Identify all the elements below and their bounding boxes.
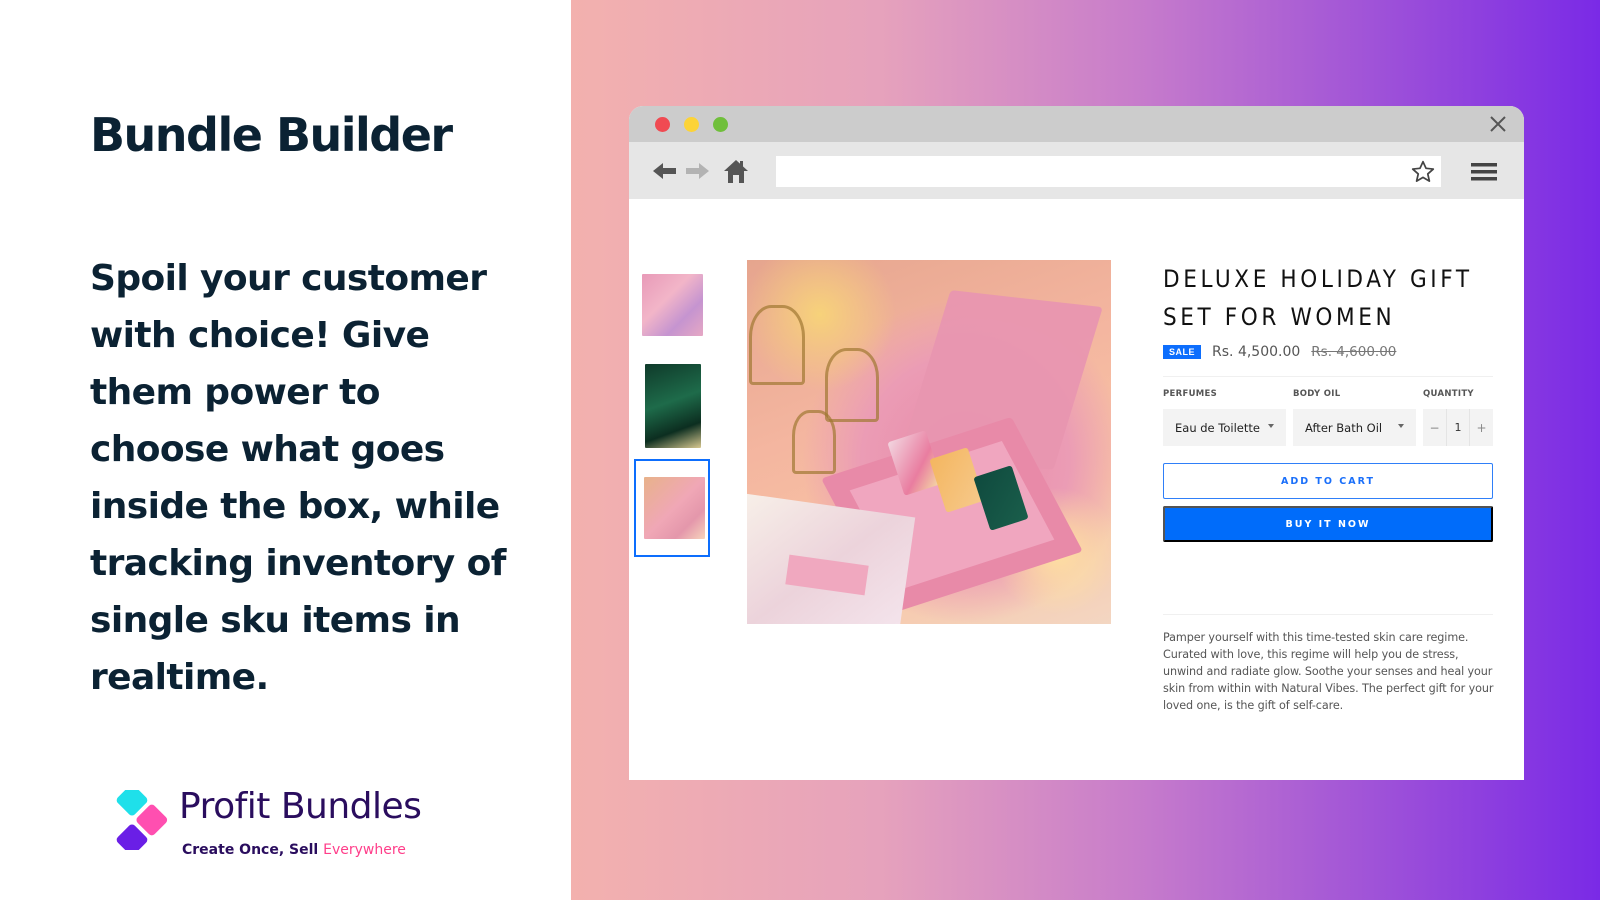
body-oil-select[interactable]: After Bath Oil xyxy=(1293,409,1416,446)
brand-logo: Profit Bundles Create Once, Sell Everywh… xyxy=(95,786,495,860)
body-oil-label: BODY OIL xyxy=(1293,389,1341,399)
sale-price: Rs. 4,500.00 xyxy=(1212,344,1301,360)
quantity-input[interactable]: 1 xyxy=(1446,409,1470,446)
brand-slogan: Create Once, Sell Everywhere xyxy=(182,842,406,858)
compare-at-price: Rs. 4,600.00 xyxy=(1311,344,1397,360)
marketing-panel: Bundle Builder Spoil your customer with … xyxy=(0,0,571,900)
perfumes-select[interactable]: Eau de Toilette xyxy=(1163,409,1286,446)
thumbnail-3-selected[interactable] xyxy=(634,459,710,557)
heart-logo-icon xyxy=(116,790,168,850)
caret-down-icon xyxy=(1268,424,1274,428)
buy-now-button[interactable]: BUY IT NOW xyxy=(1163,506,1493,542)
decor-birdcage xyxy=(792,410,836,474)
divider xyxy=(1163,376,1493,377)
forward-arrow-icon[interactable] xyxy=(683,157,711,185)
body-oil-value: After Bath Oil xyxy=(1305,421,1383,435)
slogan-prefix: Create Once, Sell xyxy=(182,842,324,858)
browser-window: Deluxe Holiday Gift Set for Women SALE R… xyxy=(629,106,1524,780)
add-to-cart-button[interactable]: ADD TO CART xyxy=(1163,463,1493,499)
window-maximize-dot[interactable] xyxy=(713,117,728,132)
product-page: Deluxe Holiday Gift Set for Women SALE R… xyxy=(629,199,1524,780)
caret-down-icon xyxy=(1398,424,1404,428)
url-input[interactable] xyxy=(776,156,1441,187)
brand-name: Profit Bundles xyxy=(179,786,422,827)
window-close-dot[interactable] xyxy=(655,117,670,132)
perfumes-value: Eau de Toilette xyxy=(1175,421,1260,435)
quantity-increase-button[interactable]: + xyxy=(1470,409,1493,446)
product-main-image[interactable] xyxy=(747,260,1111,624)
slogan-accent: Everywhere xyxy=(323,842,406,858)
thumbnail-1[interactable] xyxy=(634,272,710,370)
home-icon[interactable] xyxy=(722,157,750,185)
floral-packaging xyxy=(747,493,916,624)
decor-birdcage xyxy=(825,348,879,422)
price-row: SALE Rs. 4,500.00 Rs. 4,600.00 xyxy=(1163,342,1493,362)
product-description: Pamper yourself with this time-tested sk… xyxy=(1163,631,1494,712)
thumbnail-image xyxy=(645,364,701,448)
browser-toolbar xyxy=(629,142,1524,199)
thumbnail-image xyxy=(644,477,705,539)
sale-badge: SALE xyxy=(1163,345,1202,359)
decor-birdcage xyxy=(749,305,805,385)
back-arrow-icon[interactable] xyxy=(651,157,679,185)
quantity-stepper: − 1 + xyxy=(1423,409,1493,446)
title-bar xyxy=(629,106,1524,142)
product-title: Deluxe Holiday Gift Set for Women xyxy=(1163,265,1473,331)
window-minimize-dot[interactable] xyxy=(684,117,699,132)
tagline: Spoil your customer with choice! Give th… xyxy=(90,258,506,698)
product-info: Deluxe Holiday Gift Set for Women SALE R… xyxy=(1163,260,1493,714)
close-icon[interactable] xyxy=(1486,112,1510,136)
page-title: Bundle Builder xyxy=(90,108,453,162)
quantity-decrease-button[interactable]: − xyxy=(1423,409,1446,446)
perfumes-label: PERFUMES xyxy=(1163,389,1218,399)
variant-options: PERFUMES Eau de Toilette BODY OIL After … xyxy=(1163,389,1493,447)
star-icon[interactable] xyxy=(1410,159,1436,185)
hamburger-menu-icon[interactable] xyxy=(1471,161,1497,183)
thumbnail-2[interactable] xyxy=(634,364,710,462)
quantity-label: QUANTITY xyxy=(1423,389,1474,399)
thumbnail-image xyxy=(642,274,703,336)
divider xyxy=(1163,614,1493,615)
